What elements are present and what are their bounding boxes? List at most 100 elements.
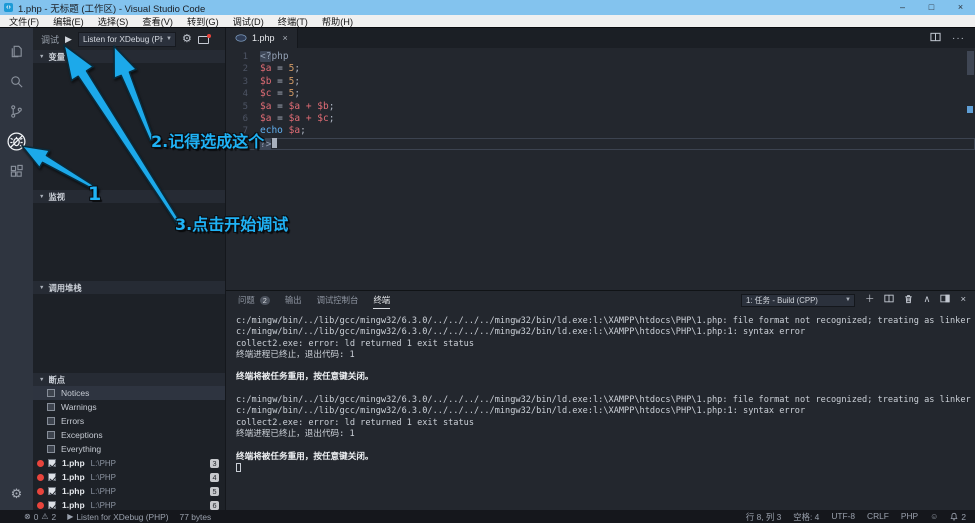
bottom-panel: 问题2 输出调试控制台终端 1: 任务 - Build (CPP) ▼ ＋	[226, 290, 975, 510]
php-icon	[235, 34, 247, 42]
breakpoint-option-row[interactable]: Errors	[33, 414, 225, 428]
menu-item[interactable]: 转到(G)	[180, 14, 226, 28]
breakpoint-option-row[interactable]: Everything	[33, 442, 225, 456]
terminal-cursor	[236, 463, 241, 472]
code-editor[interactable]: 1<?php2$a = 5;3$b = 5;4$c = 5;5$a = $a +…	[226, 48, 975, 290]
checkbox[interactable]	[47, 431, 55, 439]
tab-1php[interactable]: 1.php ×	[226, 28, 298, 48]
code-line[interactable]: 5$a = $a + $b;	[226, 101, 975, 113]
breakpoint-file-path: L:\PHP	[91, 487, 210, 496]
section-watch[interactable]: ▼ 监视	[33, 190, 225, 203]
debug-config-dropdown[interactable]: Listen for XDebug (PHI ▼	[78, 32, 176, 47]
section-call-stack[interactable]: ▼ 调用堆栈	[33, 281, 225, 294]
code-line[interactable]: 7echo $a;	[226, 125, 975, 137]
status-item[interactable]: UTF-8	[831, 511, 855, 523]
editor-scrollbar[interactable]	[967, 51, 974, 75]
source-control-icon[interactable]	[4, 96, 30, 126]
debug-console-icon[interactable]	[198, 34, 211, 45]
panel-controls: 1: 任务 - Build (CPP) ▼ ＋ ∧	[741, 294, 975, 307]
code-text: <?php	[260, 51, 289, 63]
breakpoint-file-row[interactable]: 1.phpL:\PHP3	[33, 456, 225, 470]
minimize-button[interactable]: –	[888, 0, 917, 15]
line-number: 1	[226, 51, 260, 63]
trash-icon[interactable]	[904, 294, 913, 307]
debug-icon[interactable]	[4, 126, 30, 156]
breakpoint-file-row[interactable]: 1.phpL:\PHP5	[33, 484, 225, 498]
notifications-bell[interactable]: 2	[950, 512, 966, 522]
more-actions-icon[interactable]: ···	[952, 33, 965, 44]
panel-tab[interactable]: 调试控制台	[317, 291, 359, 309]
terminal-task-dropdown[interactable]: 1: 任务 - Build (CPP) ▼	[741, 294, 855, 307]
editor-group: 1.php × ··· 1<?php2$a = 5;3$b = 5;4$c = …	[225, 28, 975, 510]
split-editor-icon[interactable]	[930, 29, 941, 47]
close-panel-icon[interactable]: ×	[960, 295, 966, 305]
feedback-smiley-icon[interactable]: ☺	[930, 513, 938, 521]
checkbox[interactable]	[47, 417, 55, 425]
bell-icon	[950, 512, 958, 521]
checkbox[interactable]	[48, 473, 56, 481]
breakpoint-file-name: 1.php	[62, 486, 85, 496]
status-item[interactable]: 空格: 4	[793, 511, 819, 523]
menu-item[interactable]: 终端(T)	[271, 14, 315, 28]
code-line[interactable]: 2$a = 5;	[226, 63, 975, 75]
menu-item[interactable]: 查看(V)	[135, 14, 180, 28]
menu-item[interactable]: 帮助(H)	[315, 14, 360, 28]
status-item[interactable]: CRLF	[867, 511, 889, 523]
overview-ruler-marker	[967, 106, 973, 113]
panel-tab[interactable]: 终端	[373, 291, 390, 309]
panel-tab[interactable]: 输出	[285, 291, 302, 309]
manage-gear-icon[interactable]: ⚙	[11, 486, 23, 502]
checkbox[interactable]	[47, 389, 55, 397]
code-line[interactable]: 1<?php	[226, 51, 975, 63]
code-line[interactable]: 3$b = 5;	[226, 76, 975, 88]
problems-status[interactable]: ⊗ 0 ⚠ 2	[24, 512, 56, 522]
breakpoint-dot-icon	[37, 460, 44, 467]
terminal-line	[236, 440, 965, 451]
close-button[interactable]: ×	[946, 0, 975, 15]
breakpoint-option-row[interactable]: Exceptions	[33, 428, 225, 442]
checkbox[interactable]	[48, 487, 56, 495]
menu-item[interactable]: 编辑(E)	[46, 14, 91, 28]
extensions-icon[interactable]	[4, 156, 30, 186]
code-line[interactable]: 4$c = 5;	[226, 88, 975, 100]
breakpoint-option-label: Notices	[61, 388, 89, 398]
chevron-up-icon[interactable]: ∧	[923, 295, 930, 305]
status-item[interactable]: 行 8, 列 3	[746, 511, 781, 523]
configure-gear-icon[interactable]: ⚙	[182, 34, 192, 45]
terminal-line	[236, 361, 965, 372]
checkbox[interactable]	[47, 445, 55, 453]
panel-tab[interactable]: 问题2	[238, 291, 270, 309]
menu-item[interactable]: 文件(F)	[2, 14, 46, 28]
code-line[interactable]: 8?>	[226, 138, 975, 150]
section-breakpoints[interactable]: ▼ 断点	[33, 373, 225, 386]
panel-position-icon[interactable]	[940, 294, 950, 306]
menu-item[interactable]: 选择(S)	[91, 14, 136, 28]
breakpoint-option-row[interactable]: Warnings	[33, 400, 225, 414]
split-terminal-icon[interactable]	[884, 294, 894, 306]
terminal-line: collect2.exe: error: ld returned 1 exit …	[236, 339, 965, 350]
terminal-line: 终端将被任务重用，按任意键关闭。	[236, 372, 965, 383]
start-debug-button[interactable]: ▶	[65, 35, 72, 44]
debug-toolbar: 调试 ▶ Listen for XDebug (PHI ▼ ⚙	[33, 28, 225, 50]
debug-status[interactable]: ▶ Listen for XDebug (PHP)	[67, 512, 168, 522]
breakpoint-file-row[interactable]: 1.phpL:\PHP4	[33, 470, 225, 484]
explorer-icon[interactable]	[4, 36, 30, 66]
search-icon[interactable]	[4, 66, 30, 96]
tab-close-icon[interactable]: ×	[283, 33, 288, 43]
terminal-output[interactable]: c:/mingw/bin/../lib/gcc/mingw32/6.3.0/..…	[226, 309, 975, 510]
breakpoint-file-name: 1.php	[62, 458, 85, 468]
code-line[interactable]: 6$a = $a + $c;	[226, 113, 975, 125]
breakpoint-option-row[interactable]: Notices	[33, 386, 225, 400]
breakpoint-file-row[interactable]: 1.phpL:\PHP6	[33, 498, 225, 510]
status-right-items: 行 8, 列 3 空格: 4 UTF-8 CRLF PHP	[746, 511, 918, 523]
maximize-button[interactable]: □	[917, 0, 946, 15]
new-terminal-plus-icon[interactable]: ＋	[865, 295, 875, 305]
checkbox[interactable]	[48, 501, 56, 509]
checkbox[interactable]	[47, 403, 55, 411]
checkbox[interactable]	[48, 459, 56, 467]
menu-item[interactable]: 调试(D)	[226, 14, 271, 28]
terminal-line: 终端进程已终止，退出代码: 1	[236, 350, 965, 361]
status-item[interactable]: PHP	[901, 511, 918, 523]
section-variables[interactable]: ▼ 变量	[33, 50, 225, 63]
title-bar: ‹› 1.php - 无标题 (工作区) - Visual Studio Cod…	[0, 0, 975, 15]
